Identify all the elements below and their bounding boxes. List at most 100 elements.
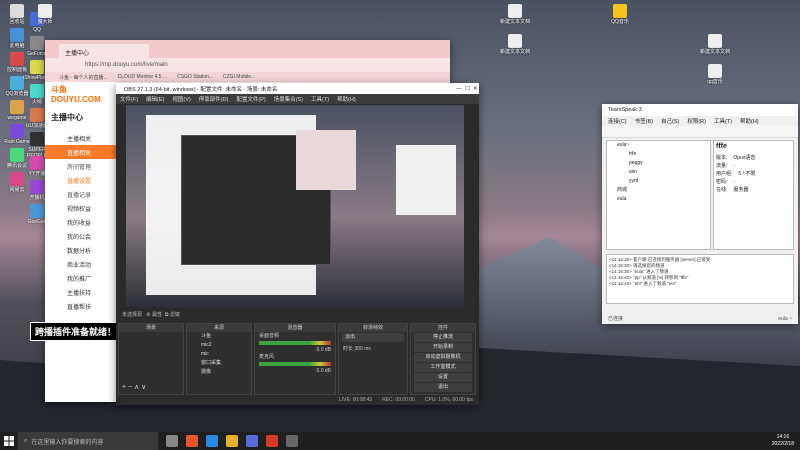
source-item[interactable]: 窗口采集 [187,359,251,368]
ts-menu-item[interactable]: 帮助(H) [740,117,759,125]
control-button[interactable]: 退出 [414,383,472,392]
sources-header: 来源 [187,324,251,332]
scene-controls[interactable]: + − ∧ ∨ [122,383,146,391]
taskbar-search[interactable]: ⌕ 在这里输入你要搜索的内容 [18,432,158,450]
desktop-icon-label: 新建文本文档 [700,49,731,55]
douyu-menu-item[interactable]: 我的推广 [45,271,117,285]
ts-tree-item[interactable]: eula~ [607,141,710,150]
obs-menu-item[interactable]: 配置文件(P) [236,95,265,103]
ts-tree-item[interactable]: peggy [607,159,710,168]
task-view-icon[interactable] [166,435,178,447]
ts-tree-item[interactable]: frfe [607,150,710,159]
transition-select[interactable]: 淡出 [342,333,404,342]
douyu-header: 主播中心 [51,113,83,122]
app-icon[interactable] [266,435,278,447]
douyu-menu-item[interactable]: 数据分析 [45,243,117,257]
desktop-icon[interactable]: 魔大师 [30,4,60,25]
source-item[interactable]: 摄像 [187,368,251,377]
explorer-icon[interactable] [226,435,238,447]
ts-channel-tree[interactable]: eula~ frfe peggy sen yyrd 商城 eula [606,140,711,250]
douyu-menu-item[interactable]: 直播设置 [45,173,117,187]
obs-menu-item[interactable]: 视图(V) [172,95,190,103]
teamspeak-window[interactable]: TeamSpeak 3 连接(C) 书签(B) 自己(S) 权限(R) 工具(T) 帮助(… [602,104,798,324]
douyu-menu-item[interactable]: 商业活动 [45,257,117,271]
douyu-sidebar: 斗鱼 DOUYU.COM 主播中心 主播相关 直播相关 房间管理 直播设置 直播记录 视频… [45,84,117,402]
obs-menu-item[interactable]: 编辑(E) [146,95,164,103]
ts-menu-item[interactable]: 书签(B) [635,117,653,125]
desktop-icon[interactable]: QQ音乐 [605,4,635,25]
douyu-menu-item[interactable]: 主播相关 [45,131,117,145]
bookmark-item[interactable]: CSGO Station... [177,74,213,80]
start-button[interactable] [0,432,18,450]
obs-taskbar-icon[interactable] [286,435,298,447]
bookmark-item[interactable]: CZGI Mobile... [223,74,255,80]
obs-window[interactable]: OBS 27.1.3 (64-bit, windows) - 配置文件: 未命名… [116,83,479,405]
desktop-icon[interactable]: qq音乐 [700,64,730,85]
control-button[interactable]: 工作室模式 [414,363,472,372]
source-item[interactable]: mic [187,350,251,359]
ts-tree-item[interactable]: yyrd [607,177,710,186]
taskbar: ⌕ 在这里输入你要搜索的内容 14:16 2022/2/18 [0,432,800,450]
desktop-icon[interactable]: 新建文本文档 [500,4,530,25]
ts-info-row: 在线: 服务器 [716,186,791,194]
desktop-icon[interactable]: 新建文本文档 [700,34,730,55]
edge-icon[interactable] [206,435,218,447]
douyu-menu-item[interactable]: 直播记录 [45,187,117,201]
obs-menu-item[interactable]: 帮助(H) [337,95,356,103]
control-button[interactable]: 停止推流 [414,333,472,342]
filters-button[interactable]: 滤镜 [170,312,180,318]
douyu-menu-item[interactable]: 视频权益 [45,201,117,215]
obs-menu-item[interactable]: 场景集合(S) [274,95,303,103]
source-item[interactable]: 斗鱼 [187,332,251,341]
desktop-icon-image [30,204,44,218]
bookmark-item[interactable]: 斗鱼 - 每个人的直播... [59,74,108,81]
ts-tree-item[interactable]: eula [607,195,710,204]
desktop-icon-image [613,4,627,18]
ts-tree-item[interactable]: sen [607,168,710,177]
ts-info-key: 版本: [716,155,728,161]
firefox-icon[interactable] [186,435,198,447]
duration-input[interactable]: 300 ms [354,346,370,352]
ts-info-row: 流量: - [716,162,791,170]
search-placeholder: 在这里输入你要搜索的内容 [31,439,104,446]
mic-audio-meter[interactable] [259,362,331,366]
obs-menu-item[interactable]: 文件(F) [120,95,138,103]
ts-info-value: Opus语音 [733,155,756,161]
browser-tab[interactable]: 主播中心 [59,44,149,58]
douyu-menu-item[interactable]: 直播相关 [45,145,117,159]
clock[interactable]: 14:16 2022/2/18 [772,434,794,448]
obs-menu-item[interactable]: 工具(T) [311,95,329,103]
desktop-icon-image [508,4,522,18]
douyu-menu-item[interactable]: 主播扶持 [45,285,117,299]
bookmark-item[interactable]: CLOUD Monitor 4.5 ... [118,74,167,80]
app-icon[interactable] [246,435,258,447]
desktop-icon-image [30,108,44,122]
source-item[interactable]: mic2 [187,341,251,350]
ts-info-key: 密码: [716,179,728,185]
douyu-menu-item[interactable]: 房间管理 [45,159,117,173]
douyu-menu-item[interactable]: 我的公会 [45,229,117,243]
ts-menu-item[interactable]: 权限(R) [687,117,706,125]
desktop-icon-label: 新建文本文档 [500,19,531,25]
scenes-header: 场景 [119,324,183,332]
desktop-icon[interactable]: 新建文本文档 [500,34,530,55]
douyu-menu-item[interactable]: 我的收益 [45,215,117,229]
obs-preview[interactable] [126,105,464,308]
control-button[interactable]: 设置 [414,373,472,382]
ts-menu-item[interactable]: 连接(C) [608,117,627,125]
ts-tree-item[interactable]: 商城 [607,186,710,195]
douyu-menu-item[interactable]: 直播帮扶 [45,299,117,313]
control-button[interactable]: 启动虚拟摄像机 [414,353,472,362]
window-controls[interactable]: — ☐ ✕ [456,86,479,92]
ts-info-row: 用户组: 5 / 不限 [716,170,791,178]
address-bar[interactable]: https://mp.douyu.com/live/main [45,58,450,72]
obs-menubar: 文件(F) 编辑(E) 视图(V) 停靠部件(D) 配置文件(P) 场景集合(S) 工具(T… [116,94,479,104]
control-button[interactable]: 开始录制 [414,343,472,352]
ts-toolbar[interactable] [602,126,798,138]
desktop-audio-meter[interactable] [259,341,331,345]
sources-dock: 来源 斗鱼 mic2 mic 窗口采集 摄像 [186,323,252,395]
properties-button[interactable]: 属性 [152,312,162,318]
ts-menu-item[interactable]: 工具(T) [714,117,732,125]
obs-menu-item[interactable]: 停靠部件(D) [199,95,229,103]
ts-menu-item[interactable]: 自己(S) [661,117,679,125]
